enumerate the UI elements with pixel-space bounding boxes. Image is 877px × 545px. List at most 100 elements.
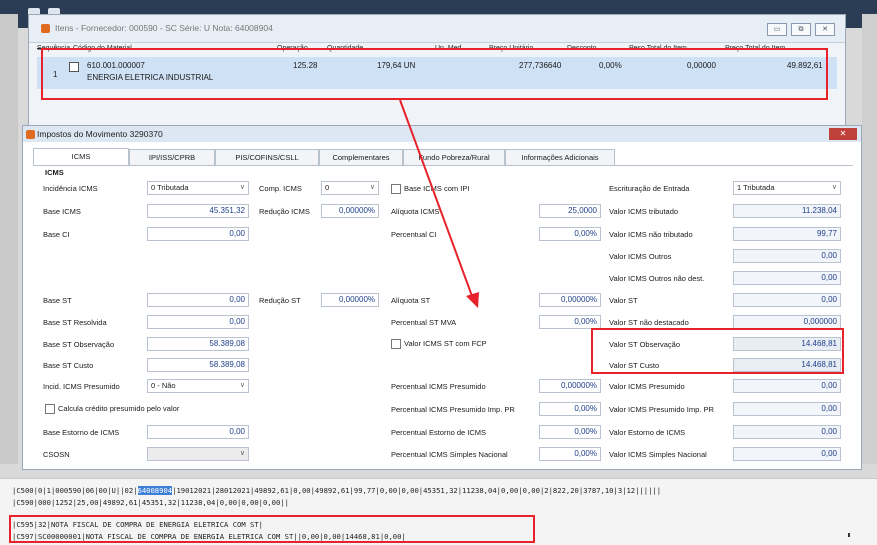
base-st-resolvida-field[interactable]: 0,00 (147, 315, 249, 329)
field-label: Percentual ICMS Presumido (391, 382, 486, 391)
comp-icms-select[interactable]: 0 ∨ (321, 181, 379, 195)
base-icms-ipi-checkbox[interactable] (391, 184, 401, 194)
field-label: Valor ICMS Presumido Imp. PR (609, 405, 714, 414)
base-icms-field[interactable]: 45.351,32 (147, 204, 249, 218)
chevron-down-icon: ∨ (239, 450, 245, 457)
field-label: Alíquota ICMS (391, 207, 440, 216)
valor-tributado-field[interactable]: 11.238,04 (733, 204, 841, 218)
perc-presumido-field[interactable]: 0,00000% (539, 379, 601, 393)
selected-text: 64008904 (137, 486, 173, 495)
base-estorno-field[interactable]: 0,00 (147, 425, 249, 439)
field-label: Valor ICMS Outros não dest. (609, 274, 705, 283)
reducao-icms-field[interactable]: 0,00000% (321, 204, 379, 218)
valor-st-fcp-checkbox[interactable] (391, 339, 401, 349)
field-label: Base CI (43, 230, 70, 239)
field-label: Valor ICMS Simples Nacional (609, 450, 707, 459)
incidencia-icms-select[interactable]: 0 Tributada ∨ (147, 181, 249, 195)
field-label: Incidência ICMS (43, 184, 98, 193)
highlight-box (591, 328, 844, 374)
incid-presumido-select[interactable]: 0 - Não ∨ (147, 379, 249, 393)
field-label: Valor ICMS tributado (609, 207, 679, 216)
field-label: Incid. ICMS Presumido (43, 382, 120, 391)
valor-estorno-field[interactable]: 0,00 (733, 425, 841, 439)
tab-icms[interactable]: ICMS (33, 148, 129, 166)
field-label: Calcula crédito presumido pelo valor (58, 404, 180, 413)
chevron-down-icon: ∨ (239, 184, 245, 191)
valor-presumido-pr-field[interactable]: 0,00 (733, 402, 841, 416)
taxes-window: Impostos do Movimento 3290370 ✕ ICMS IPI… (22, 125, 862, 470)
highlight-box (9, 515, 535, 543)
items-window-titlebar: Itens - Fornecedor: 000590 - SC Série: U… (29, 15, 845, 43)
perc-presumido-pr-field[interactable]: 0,00% (539, 402, 601, 416)
field-label: Base ST Observação (43, 340, 115, 349)
section-title: ICMS (45, 168, 64, 177)
field-label: Escrituração de Entrada (609, 184, 690, 193)
valor-st-nd-field[interactable]: 0,000000 (733, 315, 841, 329)
base-st-field[interactable]: 0,00 (147, 293, 249, 307)
items-window-title: Itens - Fornecedor: 000590 - SC Série: U… (55, 23, 273, 33)
field-label: Valor Estorno de ICMS (609, 428, 686, 437)
valor-presumido-field[interactable]: 0,00 (733, 379, 841, 393)
field-label: Base ST (43, 296, 72, 305)
close-button[interactable]: ✕ (815, 23, 835, 36)
tab-pis-cofins[interactable]: PIS/COFINS/CSLL (215, 149, 319, 165)
taxes-window-titlebar: Impostos do Movimento 3290370 ✕ (23, 126, 861, 142)
tab-divider (33, 165, 853, 166)
text-cursor (848, 533, 850, 537)
sped-line-c500: |C500|0|1|000590|06|00|U||02|64008904|19… (12, 486, 662, 495)
field-label: Redução ST (259, 296, 301, 305)
field-label: Alíquota ST (391, 296, 431, 305)
chevron-down-icon: ∨ (831, 184, 837, 191)
field-label: Valor ST não destacado (609, 318, 689, 327)
csosn-select[interactable]: ∨ (147, 447, 249, 461)
perc-estorno-field[interactable]: 0,00% (539, 425, 601, 439)
minimize-button[interactable]: ▭ (767, 23, 787, 36)
field-label: Valor ICMS Presumido (609, 382, 685, 391)
field-label: Base ST Resolvida (43, 318, 107, 327)
window-app-icon (41, 24, 50, 33)
field-label: Redução ICMS (259, 207, 310, 216)
base-st-observacao-field[interactable]: 58.389,08 (147, 337, 249, 351)
tab-informacoes[interactable]: Informações Adicionais (505, 149, 615, 165)
field-label: Valor ICMS Outros (609, 252, 672, 261)
field-label: Percentual CI (391, 230, 437, 239)
aliquota-icms-field[interactable]: 25,0000 (539, 204, 601, 218)
reducao-st-field[interactable]: 0,00000% (321, 293, 379, 307)
tab-fundo-pobreza[interactable]: Fundo Pobreza/Rural (403, 149, 505, 165)
field-label: Percentual Estorno de ICMS (391, 428, 487, 437)
maximize-button[interactable]: ⧉ (791, 23, 811, 36)
field-label: Comp. ICMS (259, 184, 302, 193)
percentual-ci-field[interactable]: 0,00% (539, 227, 601, 241)
base-st-custo-field[interactable]: 58.389,08 (147, 358, 249, 372)
background-panel (862, 14, 877, 464)
field-label: Percentual ST MVA (391, 318, 457, 327)
taxes-window-title: Impostos do Movimento 3290370 (37, 129, 163, 139)
valor-outros-field[interactable]: 0,00 (733, 249, 841, 263)
window-app-icon (26, 130, 35, 139)
chevron-down-icon: ∨ (239, 382, 245, 389)
field-label: Valor ICMS não tributado (609, 230, 693, 239)
close-button[interactable]: ✕ (829, 128, 857, 140)
field-label: Valor ST (609, 296, 638, 305)
tab-complementares[interactable]: Complementares (319, 149, 403, 165)
escrituracao-select[interactable]: 1 Tributada ∨ (733, 181, 841, 195)
base-ci-field[interactable]: 0,00 (147, 227, 249, 241)
valor-nao-tributado-field[interactable]: 99,77 (733, 227, 841, 241)
field-label: Percentual ICMS Presumido Imp. PR (391, 405, 515, 414)
calc-presumido-checkbox[interactable] (45, 404, 55, 414)
field-label: Base ICMS (43, 207, 81, 216)
background-panel (0, 14, 18, 464)
field-label: CSOSN (43, 450, 70, 459)
field-label: Base Estorno de ICMS (43, 428, 120, 437)
tab-ipi[interactable]: IPI/ISS/CPRB (129, 149, 215, 165)
chevron-down-icon: ∨ (369, 184, 375, 191)
valor-outros-nd-field[interactable]: 0,00 (733, 271, 841, 285)
valor-st-field[interactable]: 0,00 (733, 293, 841, 307)
percentual-st-mva-field[interactable]: 0,00% (539, 315, 601, 329)
valor-simples-field[interactable]: 0,00 (733, 447, 841, 461)
highlight-box (41, 48, 828, 100)
perc-simples-field[interactable]: 0,00% (539, 447, 601, 461)
field-label: Base ICMS com IPI (404, 184, 470, 193)
aliquota-st-field[interactable]: 0,00000% (539, 293, 601, 307)
field-label: Percentual ICMS Simples Nacional (391, 450, 508, 459)
